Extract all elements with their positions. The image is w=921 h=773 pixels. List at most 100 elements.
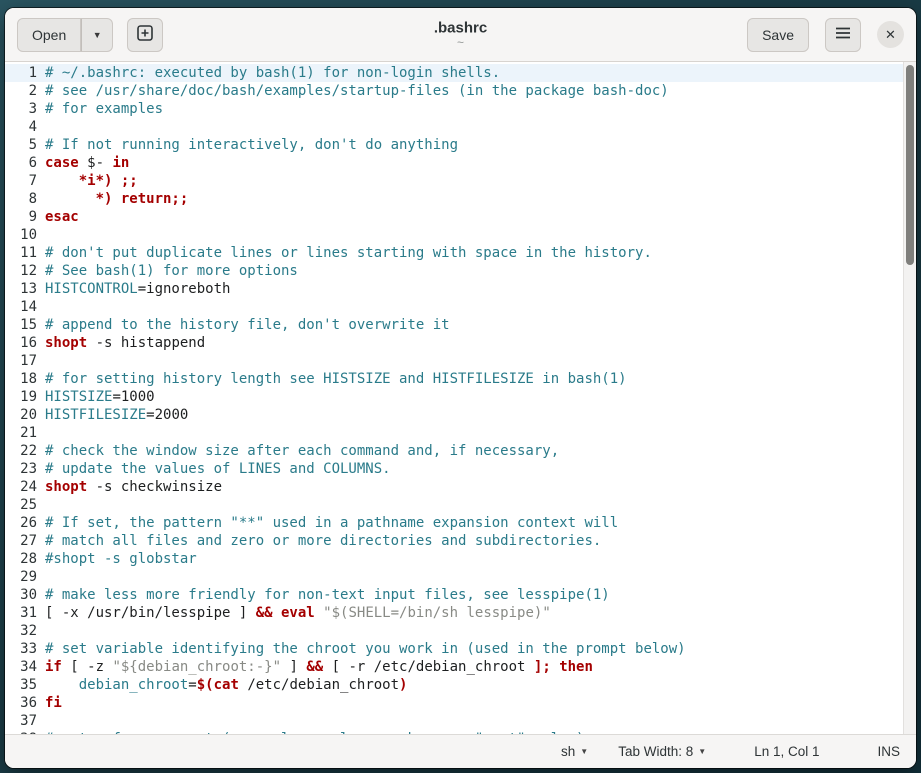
editor-line[interactable]: 28 #shopt -s globstar — [5, 550, 916, 568]
editor-line[interactable]: 20 HISTFILESIZE=2000 — [5, 406, 916, 424]
editor-line[interactable]: 30 # make less more friendly for non-text… — [5, 586, 916, 604]
menu-button[interactable] — [825, 17, 861, 52]
line-number: 23 — [20, 461, 37, 477]
editor-line[interactable]: 5 # If not running interactively, don't d… — [5, 136, 916, 154]
open-recent-dropdown-button[interactable]: ▼ — [81, 17, 114, 52]
line-code: # for setting history length see HISTSIZ… — [45, 371, 627, 387]
line-number: 31 — [20, 605, 37, 621]
line-number: 33 — [20, 641, 37, 657]
cursor-position-label: Ln 1, Col 1 — [754, 744, 820, 759]
insert-mode-indicator[interactable]: INS — [877, 744, 900, 759]
statusbar: sh ▼ Tab Width: 8 ▼ Ln 1, Col 1 INS — [5, 734, 916, 768]
line-number: 24 — [20, 479, 37, 495]
line-number: 4 — [28, 119, 37, 135]
editor-line[interactable]: 32 — [5, 622, 916, 640]
editor-line[interactable]: 35 debian_chroot=$(cat /etc/debian_chroo… — [5, 676, 916, 694]
open-button[interactable]: Open — [17, 17, 82, 52]
editor-line[interactable]: 18 # for setting history length see HISTS… — [5, 370, 916, 388]
line-number: 9 — [28, 209, 37, 225]
editor-line[interactable]: 36 fi — [5, 694, 916, 712]
cursor-position-button[interactable]: Ln 1, Col 1 — [754, 744, 819, 759]
window-title-block: .bashrc ~ — [434, 19, 487, 50]
line-code: case $- in — [45, 155, 130, 171]
editor-line[interactable]: 38# set a fancy prompt (non-color, unles… — [5, 730, 916, 734]
editor-line[interactable]: 19 HISTSIZE=1000 — [5, 388, 916, 406]
editor-line[interactable]: 29 — [5, 568, 916, 586]
document-title: .bashrc — [433, 18, 488, 36]
line-code: # set a fancy prompt (non-color, unless … — [45, 730, 584, 734]
line-number: 5 — [28, 137, 37, 153]
headerbar: Open ▼ .bashrc ~ Save ✕ — [5, 8, 916, 62]
tab-width-label: Tab Width: 8 — [618, 744, 694, 759]
editor-line[interactable]: 1 # ~/.bashrc: executed by bash(1) for no… — [5, 64, 916, 82]
line-number: 27 — [20, 533, 37, 549]
line-number: 34 — [20, 659, 37, 675]
tab-width-selector[interactable]: Tab Width: 8 ▼ — [618, 744, 706, 759]
editor-line[interactable]: 2 # see /usr/share/doc/bash/examples/star… — [5, 82, 916, 100]
line-number: 1 — [28, 65, 37, 81]
editor-line[interactable]: 15 # append to the history file, don't ov… — [5, 316, 916, 334]
line-code: # make less more friendly for non-text i… — [45, 587, 610, 603]
line-code: fi — [45, 695, 62, 711]
editor-line[interactable]: 17 — [5, 352, 916, 370]
line-code: # append to the history file, don't over… — [45, 317, 450, 333]
line-number: 7 — [28, 173, 37, 189]
editor-line[interactable]: 37 — [5, 712, 916, 730]
editor-line[interactable]: 33 # set variable identifying the chroot … — [5, 640, 916, 658]
editor-line[interactable]: 26 # If set, the pattern "**" used in a p… — [5, 514, 916, 532]
line-code: # If set, the pattern "**" used in a pat… — [45, 515, 619, 531]
line-number: 30 — [20, 587, 37, 603]
editor-line[interactable]: 31 [ -x /usr/bin/lesspipe ] && eval "$(SH… — [5, 604, 916, 622]
open-split-button: Open ▼ — [17, 17, 114, 52]
text-editor-area[interactable]: 1 # ~/.bashrc: executed by bash(1) for no… — [5, 62, 916, 734]
document-path: ~ — [456, 35, 465, 50]
line-code: # If not running interactively, don't do… — [45, 137, 459, 153]
line-number: 22 — [20, 443, 37, 459]
headerbar-right-group: Save ✕ — [747, 17, 904, 52]
editor-line[interactable]: 11 # don't put duplicate lines or lines s… — [5, 244, 916, 262]
line-number: 38 — [5, 730, 45, 734]
line-number: 3 — [28, 101, 37, 117]
editor-line[interactable]: 34 if [ -z "${debian_chroot:-}" ] && [ -r… — [5, 658, 916, 676]
language-selector[interactable]: sh ▼ — [561, 744, 588, 759]
text-editor-window: Open ▼ .bashrc ~ Save ✕ 1 # ~/.bashrc: e… — [5, 8, 916, 768]
editor-line[interactable]: 24 shopt -s checkwinsize — [5, 478, 916, 496]
editor-line[interactable]: 25 — [5, 496, 916, 514]
line-number: 20 — [20, 407, 37, 423]
editor-line[interactable]: 3 # for examples — [5, 100, 916, 118]
editor-line[interactable]: 9 esac — [5, 208, 916, 226]
line-number: 18 — [20, 371, 37, 387]
close-window-button[interactable]: ✕ — [877, 21, 904, 48]
scrollbar-thumb[interactable] — [906, 65, 914, 265]
editor-line[interactable]: 16 shopt -s histappend — [5, 334, 916, 352]
line-number: 13 — [20, 281, 37, 297]
line-number: 14 — [20, 299, 37, 315]
line-code: HISTSIZE=1000 — [45, 389, 155, 405]
editor-line[interactable]: 27 # match all files and zero or more dir… — [5, 532, 916, 550]
chevron-down-icon: ▼ — [92, 29, 102, 40]
line-number: 17 — [20, 353, 37, 369]
line-code: shopt -s histappend — [45, 335, 206, 351]
editor-line[interactable]: 8 *) return;; — [5, 190, 916, 208]
editor-line[interactable]: 12 # See bash(1) for more options — [5, 262, 916, 280]
line-number: 15 — [20, 317, 37, 333]
editor-line[interactable]: 4 — [5, 118, 916, 136]
line-number: 11 — [20, 245, 37, 261]
line-code: # for examples — [45, 101, 164, 117]
editor-line[interactable]: 22 # check the window size after each com… — [5, 442, 916, 460]
editor-line[interactable]: 6 case $- in — [5, 154, 916, 172]
language-label: sh — [561, 744, 576, 759]
editor-line[interactable]: 14 — [5, 298, 916, 316]
line-number: 21 — [20, 425, 37, 441]
editor-line[interactable]: 21 — [5, 424, 916, 442]
close-icon: ✕ — [885, 26, 896, 42]
new-tab-button[interactable] — [127, 17, 164, 52]
save-button[interactable]: Save — [747, 17, 809, 52]
vertical-scrollbar[interactable] — [903, 62, 916, 734]
editor-lines: 1 # ~/.bashrc: executed by bash(1) for no… — [5, 64, 916, 734]
editor-line[interactable]: 7 *i*) ;; — [5, 172, 916, 190]
editor-line[interactable]: 10 — [5, 226, 916, 244]
line-number: 8 — [28, 191, 37, 207]
editor-line[interactable]: 23 # update the values of LINES and COLUM… — [5, 460, 916, 478]
editor-line[interactable]: 13 HISTCONTROL=ignoreboth — [5, 280, 916, 298]
